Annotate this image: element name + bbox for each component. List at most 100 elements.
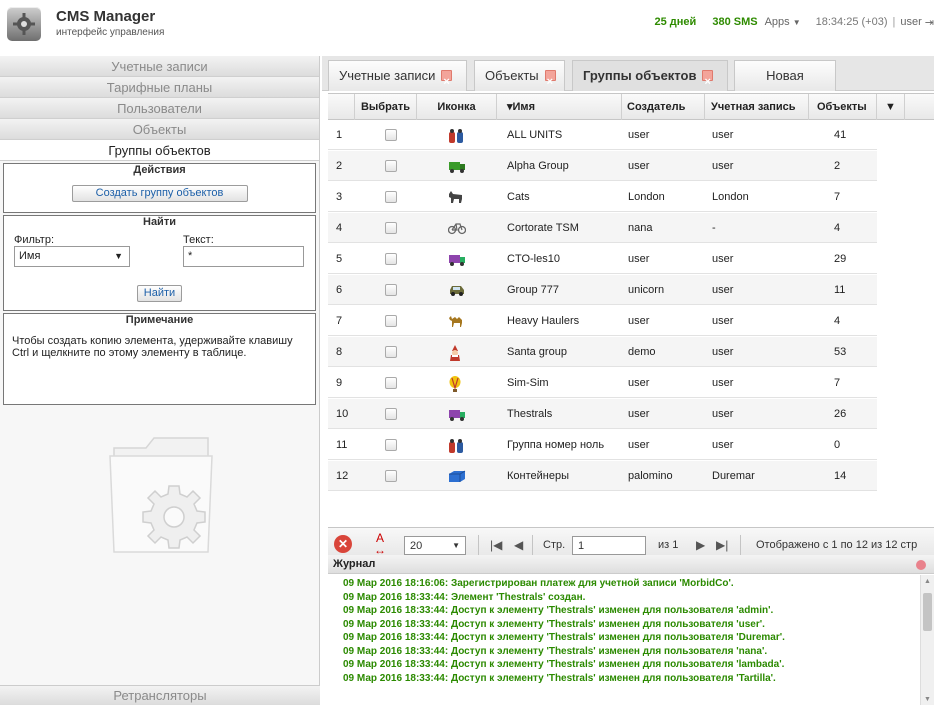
select-checkbox[interactable] (385, 470, 397, 482)
group-account: user (712, 129, 734, 141)
menu-item-users[interactable]: Пользователи (0, 98, 319, 119)
group-objects: 41 (834, 129, 847, 141)
collapse-icon[interactable] (916, 560, 926, 570)
row-number: 5 (336, 253, 343, 265)
select-checkbox[interactable] (385, 439, 397, 451)
tab-objects[interactable]: Объекты (474, 60, 565, 97)
note-panel: Примечание Чтобы создать копию элемента,… (3, 313, 316, 405)
table-row[interactable]: 8 Santa group demo user 53 (328, 337, 877, 367)
actions-title: Действия (133, 164, 186, 176)
select-checkbox[interactable] (385, 346, 397, 358)
group-name[interactable]: Group 777 (507, 275, 619, 305)
autosize-columns-icon[interactable]: A ↔ (370, 532, 390, 556)
group-name[interactable]: Sim-Sim (507, 368, 619, 398)
table-row[interactable]: 4 Cortorate TSM nana - 4 (328, 213, 877, 243)
delete-icon[interactable]: ✕ (334, 535, 352, 553)
col-name[interactable]: ▾Имя (497, 94, 622, 120)
table-row[interactable]: 9 Sim-Sim user user 7 (328, 368, 877, 398)
gear-logo-icon (13, 13, 35, 35)
select-checkbox[interactable] (385, 222, 397, 234)
next-page-icon[interactable]: ▶ (696, 536, 705, 554)
group-account: - (712, 222, 716, 234)
group-account: user (712, 160, 734, 172)
select-checkbox[interactable] (385, 408, 397, 420)
user-menu[interactable]: user (900, 16, 921, 28)
apps-menu[interactable]: Apps ▼ (765, 16, 801, 28)
select-checkbox[interactable] (385, 253, 397, 265)
group-name[interactable]: Alpha Group (507, 151, 619, 181)
table-header: Выбрать Иконка ▾Имя Создатель Учетная за… (328, 94, 934, 120)
select-checkbox[interactable] (385, 284, 397, 296)
page-size-select[interactable]: 20 ▼ (404, 536, 466, 555)
table-row[interactable]: 2 Alpha Group user user 2 (328, 151, 877, 181)
table-row[interactable]: 1 ALL UNITS user user 41 (328, 120, 877, 150)
group-name[interactable]: Thestrals (507, 399, 619, 429)
search-text-input[interactable]: * (183, 246, 304, 267)
table-row[interactable]: 12 Контейнеры palomino Duremar 14 (328, 461, 877, 491)
create-group-button[interactable]: Создать группу объектов (71, 185, 248, 202)
table-row[interactable]: 7 Heavy Haulers user user 4 (328, 306, 877, 336)
close-icon[interactable] (544, 68, 556, 97)
journal-entry: 09 Мар 2016 18:33:44: Доступ к элементу … (343, 632, 785, 643)
col-select[interactable]: Выбрать (355, 94, 417, 120)
journal-scrollbar[interactable]: ▲ ▼ (920, 575, 934, 705)
folder-gear-illustration (109, 437, 213, 553)
group-name[interactable]: Heavy Haulers (507, 306, 619, 336)
group-creator: user (628, 408, 650, 420)
people-icon (448, 128, 464, 147)
menu-item-objects[interactable]: Объекты (0, 119, 319, 140)
col-creator[interactable]: Создатель (622, 94, 705, 120)
close-icon[interactable] (441, 68, 453, 97)
column-menu-icon[interactable]: ▼ (877, 94, 905, 120)
prev-page-icon[interactable]: ◀ (514, 536, 523, 554)
group-account: Duremar (712, 470, 755, 482)
sms-count: 380 SMS (712, 16, 758, 28)
col-objects[interactable]: Объекты (809, 94, 877, 120)
table-row[interactable]: 6 Group 777 unicorn user 11 (328, 275, 877, 305)
table-row[interactable]: 5 CTO-les10 user user 29 (328, 244, 877, 274)
select-checkbox[interactable] (385, 191, 397, 203)
table-row[interactable]: 3 Cats London London 7 (328, 182, 877, 212)
group-name[interactable]: Santa group (507, 337, 619, 367)
scroll-down-icon[interactable]: ▼ (924, 696, 931, 703)
page-input[interactable]: 1 (572, 536, 646, 555)
group-name[interactable]: ALL UNITS (507, 120, 619, 150)
scroll-up-icon[interactable]: ▲ (924, 578, 931, 585)
col-icon[interactable]: Иконка (417, 94, 497, 120)
select-checkbox[interactable] (385, 315, 397, 327)
app-header: CMS Manager интерфейс управления 25 дней… (0, 0, 934, 48)
group-name[interactable]: Группа номер ноль (507, 430, 619, 460)
menu-item-relays[interactable]: Ретрансляторы (0, 685, 320, 705)
group-name[interactable]: Cortorate TSM (507, 213, 619, 243)
logout-icon[interactable]: ⇥ (925, 16, 934, 29)
apps-label[interactable]: Apps (765, 16, 790, 28)
group-name[interactable]: Cats (507, 182, 619, 212)
group-objects: 4 (834, 315, 841, 327)
journal-entry: 09 Мар 2016 18:33:44: Доступ к элементу … (343, 618, 765, 630)
menu-item-tariffs[interactable]: Тарифные планы (0, 77, 319, 98)
select-checkbox[interactable] (385, 129, 397, 141)
group-objects: 11 (834, 284, 846, 296)
table-row[interactable]: 10 Thestrals user user 26 (328, 399, 877, 429)
chevron-down-icon: ▼ (792, 18, 801, 27)
filter-select[interactable]: Имя ▼ (14, 246, 130, 267)
people-icon (448, 438, 464, 457)
close-icon[interactable] (702, 68, 714, 97)
scroll-thumb[interactable] (923, 593, 932, 631)
first-page-icon[interactable]: |◀ (490, 536, 502, 554)
find-button[interactable]: Найти (136, 285, 183, 302)
tab-new[interactable]: Новая (734, 60, 836, 91)
last-page-icon[interactable]: ▶| (716, 536, 728, 554)
menu-item-object-groups[interactable]: Группы объектов (0, 140, 319, 161)
group-name[interactable]: CTO-les10 (507, 244, 619, 274)
menu-item-accounts[interactable]: Учетные записи (0, 56, 319, 77)
page-label: Стр. (543, 539, 566, 551)
col-account[interactable]: Учетная запись (705, 94, 809, 120)
table-row[interactable]: 11 Группа номер ноль user user 0 (328, 430, 877, 460)
select-checkbox[interactable] (385, 377, 397, 389)
tab-accounts[interactable]: Учетные записи (328, 60, 467, 97)
group-name[interactable]: Контейнеры (507, 461, 619, 491)
tab-object-groups[interactable]: Группы объектов (572, 60, 728, 97)
group-creator: user (628, 377, 650, 389)
select-checkbox[interactable] (385, 160, 397, 172)
